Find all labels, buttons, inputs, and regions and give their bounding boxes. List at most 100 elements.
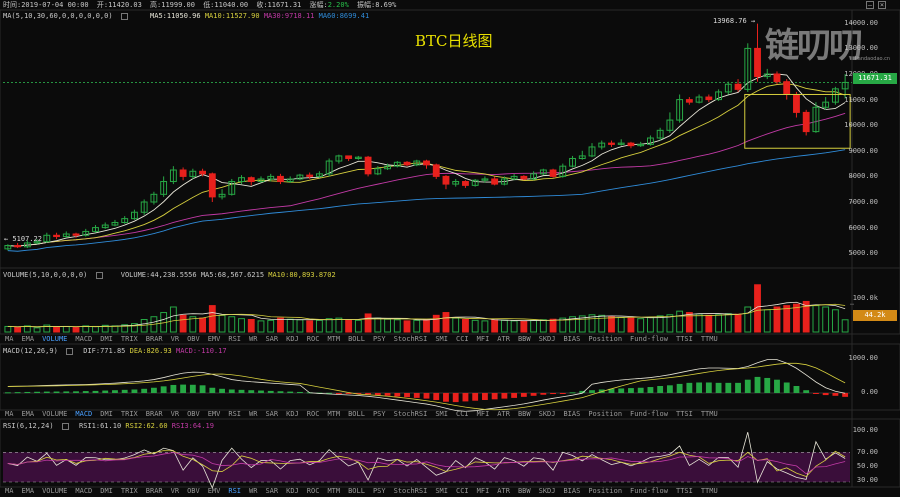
indicator-tab-macd[interactable]: MACD xyxy=(75,487,92,495)
indicator-tab-wr[interactable]: WR xyxy=(249,335,257,343)
rsi-settings-icon[interactable] xyxy=(61,422,69,430)
indicator-tab-obv[interactable]: OBV xyxy=(187,487,200,495)
indicator-tab-stochrsi[interactable]: StochRSI xyxy=(394,487,428,495)
indicator-tab-roc[interactable]: ROC xyxy=(307,335,320,343)
indicator-tab-skdj[interactable]: SKDJ xyxy=(539,487,556,495)
indicator-tab-fund-flow[interactable]: Fund-flow xyxy=(630,335,668,343)
indicator-tab-dmi[interactable]: DMI xyxy=(100,487,113,495)
indicator-tab-volume[interactable]: VOLUME xyxy=(42,410,67,418)
indicator-tab-emv[interactable]: EMV xyxy=(208,487,221,495)
indicator-tab-ema[interactable]: EMA xyxy=(21,410,34,418)
indicator-tab-stochrsi[interactable]: StochRSI xyxy=(394,410,428,418)
indicator-tab-obv[interactable]: OBV xyxy=(187,410,200,418)
indicator-tab-sar[interactable]: SAR xyxy=(265,410,278,418)
volume-bar-up xyxy=(539,319,547,333)
indicator-tab-ttsi[interactable]: TTSI xyxy=(676,410,693,418)
indicator-tab-ma[interactable]: MA xyxy=(5,410,13,418)
indicator-tab-mfi[interactable]: MFI xyxy=(477,335,490,343)
indicator-tab-mfi[interactable]: MFI xyxy=(477,487,490,495)
indicator-tab-volume[interactable]: VOLUME xyxy=(42,335,67,343)
indicator-tab-ttsi[interactable]: TTSI xyxy=(676,335,693,343)
indicator-tab-wr[interactable]: WR xyxy=(249,487,257,495)
indicator-tab-bbw[interactable]: BBW xyxy=(518,410,531,418)
indicator-tab-ema[interactable]: EMA xyxy=(21,335,34,343)
indicator-tab-emv[interactable]: EMV xyxy=(208,335,221,343)
indicator-tab-brar[interactable]: BRAR xyxy=(146,487,163,495)
indicator-tab-obv[interactable]: OBV xyxy=(187,335,200,343)
indicator-tab-position[interactable]: Position xyxy=(588,410,622,418)
volume-settings-icon[interactable] xyxy=(95,271,103,279)
indicator-tab-volume[interactable]: VOLUME xyxy=(42,487,67,495)
indicator-tab-psy[interactable]: PSY xyxy=(373,487,386,495)
macd-bar-pos xyxy=(647,387,654,393)
indicator-tab-smi[interactable]: SMI xyxy=(435,410,448,418)
indicator-tab-ttmu[interactable]: TTMU xyxy=(701,487,718,495)
indicator-tab-skdj[interactable]: SKDJ xyxy=(539,410,556,418)
price-axis-tick: 10000.00 xyxy=(844,121,878,130)
indicator-tab-bias[interactable]: BIAS xyxy=(563,410,580,418)
indicator-tab-trix[interactable]: TRIX xyxy=(121,410,138,418)
indicator-tab-cci[interactable]: CCI xyxy=(456,335,469,343)
indicator-tab-position[interactable]: Position xyxy=(588,335,622,343)
indicator-tab-atr[interactable]: ATR xyxy=(497,410,510,418)
indicator-tab-brar[interactable]: BRAR xyxy=(146,410,163,418)
indicator-tab-psy[interactable]: PSY xyxy=(373,410,386,418)
indicator-tab-macd[interactable]: MACD xyxy=(75,335,92,343)
indicator-tab-atr[interactable]: ATR xyxy=(497,335,510,343)
macd-bar-pos xyxy=(744,379,751,393)
indicator-tab-psy[interactable]: PSY xyxy=(373,335,386,343)
indicator-tab-sar[interactable]: SAR xyxy=(265,487,278,495)
indicator-tab-roc[interactable]: ROC xyxy=(307,487,320,495)
indicator-tab-bbw[interactable]: BBW xyxy=(518,335,531,343)
indicator-tab-smi[interactable]: SMI xyxy=(435,487,448,495)
macd-settings-icon[interactable] xyxy=(66,347,74,355)
indicator-tab-macd[interactable]: MACD xyxy=(75,410,92,418)
indicator-tab-roc[interactable]: ROC xyxy=(307,410,320,418)
indicator-tab-ma[interactable]: MA xyxy=(5,487,13,495)
indicator-tab-ttmu[interactable]: TTMU xyxy=(701,410,718,418)
indicator-tab-vr[interactable]: VR xyxy=(171,487,179,495)
indicator-tab-dmi[interactable]: DMI xyxy=(100,335,113,343)
indicator-tab-rsi[interactable]: RSI xyxy=(228,335,241,343)
indicator-tab-mfi[interactable]: MFI xyxy=(477,410,490,418)
indicator-tab-fund-flow[interactable]: Fund-flow xyxy=(630,487,668,495)
indicator-tab-kdj[interactable]: KDJ xyxy=(286,410,299,418)
indicator-tab-kdj[interactable]: KDJ xyxy=(286,335,299,343)
indicator-tab-ttsi[interactable]: TTSI xyxy=(676,487,693,495)
indicator-tab-boll[interactable]: BOLL xyxy=(348,410,365,418)
indicator-tab-boll[interactable]: BOLL xyxy=(348,335,365,343)
indicator-tab-ema[interactable]: EMA xyxy=(21,487,34,495)
indicator-tab-trix[interactable]: TRIX xyxy=(121,335,138,343)
indicator-tab-cci[interactable]: CCI xyxy=(456,410,469,418)
indicator-tab-rsi[interactable]: RSI xyxy=(228,487,241,495)
indicator-tab-position[interactable]: Position xyxy=(588,487,622,495)
indicator-tab-trix[interactable]: TRIX xyxy=(121,487,138,495)
indicator-tab-rsi[interactable]: RSI xyxy=(228,410,241,418)
indicator-tab-atr[interactable]: ATR xyxy=(497,487,510,495)
indicator-tab-ttmu[interactable]: TTMU xyxy=(701,335,718,343)
indicator-tab-bias[interactable]: BIAS xyxy=(563,335,580,343)
indicator-tab-smi[interactable]: SMI xyxy=(435,335,448,343)
indicator-tab-mtm[interactable]: MTM xyxy=(327,487,340,495)
indicator-tab-emv[interactable]: EMV xyxy=(208,410,221,418)
indicator-tab-mtm[interactable]: MTM xyxy=(327,335,340,343)
indicator-tab-skdj[interactable]: SKDJ xyxy=(539,335,556,343)
indicator-tab-vr[interactable]: VR xyxy=(171,335,179,343)
volume-bar-up xyxy=(325,318,333,333)
indicator-tab-cci[interactable]: CCI xyxy=(456,487,469,495)
indicator-tab-dmi[interactable]: DMI xyxy=(100,410,113,418)
indicator-tab-fund-flow[interactable]: Fund-flow xyxy=(630,410,668,418)
indicator-tab-ma[interactable]: MA xyxy=(5,335,13,343)
indicator-tab-bias[interactable]: BIAS xyxy=(563,487,580,495)
indicator-tab-stochrsi[interactable]: StochRSI xyxy=(394,335,428,343)
indicator-tab-sar[interactable]: SAR xyxy=(265,335,278,343)
indicator-tab-vr[interactable]: VR xyxy=(171,410,179,418)
volume-bar-down xyxy=(491,319,499,333)
macd-bar-pos xyxy=(228,389,235,393)
indicator-tab-wr[interactable]: WR xyxy=(249,410,257,418)
indicator-tab-mtm[interactable]: MTM xyxy=(327,410,340,418)
indicator-tab-bbw[interactable]: BBW xyxy=(518,487,531,495)
indicator-tab-brar[interactable]: BRAR xyxy=(146,335,163,343)
indicator-tab-boll[interactable]: BOLL xyxy=(348,487,365,495)
indicator-tab-kdj[interactable]: KDJ xyxy=(286,487,299,495)
